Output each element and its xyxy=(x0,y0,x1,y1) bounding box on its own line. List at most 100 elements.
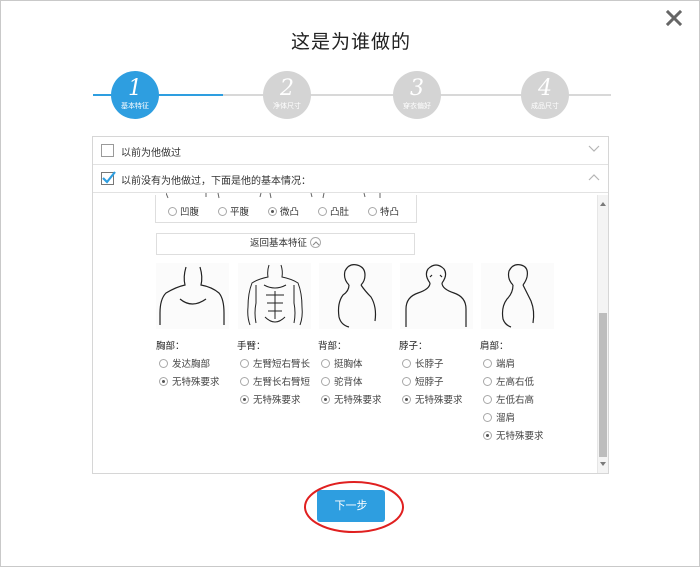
option-label: 短脖子 xyxy=(415,377,444,388)
scroll-down-arrow-icon[interactable] xyxy=(600,459,606,470)
radio-button[interactable] xyxy=(321,359,330,368)
belly-option-label: 平腹 xyxy=(230,207,250,218)
arm-option-none[interactable]: 无特殊要求 xyxy=(237,392,317,410)
radio-button[interactable] xyxy=(483,359,492,368)
radio-button-selected[interactable] xyxy=(321,395,330,404)
radio-button[interactable] xyxy=(240,377,249,386)
radio-button-selected[interactable] xyxy=(483,431,492,440)
step-label: 基本特征 xyxy=(121,102,149,110)
belly-option-label: 凹腹 xyxy=(180,207,200,218)
neck-option-short[interactable]: 短脖子 xyxy=(399,374,479,392)
belly-options-box: 凹腹 平腹 微凸 凸肚 特凸 xyxy=(155,193,417,223)
made-before-checkbox[interactable] xyxy=(101,144,114,157)
option-label: 左臂短右臂长 xyxy=(253,359,311,370)
option-not-made-before[interactable]: 以前没有为他做过，下面是他的基本情况： xyxy=(93,165,608,193)
radio-button[interactable] xyxy=(168,207,177,216)
back-option-hunched[interactable]: 驼背体 xyxy=(318,374,398,392)
not-made-before-checkbox[interactable] xyxy=(101,171,116,185)
option-label: 无特殊要求 xyxy=(415,395,463,406)
chevron-up-icon[interactable] xyxy=(588,173,600,184)
features-scroll-area: 凹腹 平腹 微凸 凸肚 特凸 返回基本特征 胸部： 发达胸部 无特殊要求 手臂：… xyxy=(93,193,608,473)
radio-button-selected[interactable] xyxy=(402,395,411,404)
radio-button-selected[interactable] xyxy=(159,377,168,386)
neck-option-long[interactable]: 长脖子 xyxy=(399,356,479,374)
belly-option-label: 特凸 xyxy=(380,207,400,218)
scroll-up-arrow-icon[interactable] xyxy=(600,198,606,209)
arm-option-left-short[interactable]: 左臂短右臂长 xyxy=(237,356,317,374)
step-number: 1 xyxy=(128,76,142,101)
vertical-scrollbar[interactable] xyxy=(597,195,608,473)
next-step-button[interactable]: 下一步 xyxy=(317,490,385,522)
chest-figure-image xyxy=(156,263,229,329)
belly-option-flat[interactable]: 平腹 xyxy=(218,204,249,218)
radio-button[interactable] xyxy=(402,377,411,386)
dialog-title: 这是为谁做的 xyxy=(290,31,411,53)
arm-heading: 手臂： xyxy=(237,341,266,352)
radio-button[interactable] xyxy=(321,377,330,386)
shoulder-figure-image xyxy=(481,263,554,329)
back-option-none[interactable]: 无特殊要求 xyxy=(318,392,398,410)
chest-option-developed[interactable]: 发达胸部 xyxy=(156,356,236,374)
shoulder-option-group: 肩部： 端肩 左高右低 左低右高 溜肩 无特殊要求 xyxy=(480,338,560,446)
back-option-erect[interactable]: 挺胸体 xyxy=(318,356,398,374)
shoulder-heading: 肩部： xyxy=(480,341,509,352)
dialog: 这是为谁做的 1 基本特征 2 净体尺寸 3 穿衣偏好 4 成品尺寸 以前为他做… xyxy=(0,0,700,567)
option-label: 长脖子 xyxy=(415,359,444,370)
checkmark-icon xyxy=(102,171,116,184)
not-made-before-label: 以前没有为他做过，下面是他的基本情况： xyxy=(121,176,311,187)
step-label: 穿衣偏好 xyxy=(403,102,431,110)
option-label: 左低右高 xyxy=(496,395,535,406)
option-label: 左臂长右臂短 xyxy=(253,377,311,388)
close-icon[interactable] xyxy=(665,9,683,27)
step-1[interactable]: 1 基本特征 xyxy=(111,71,159,119)
option-made-before[interactable]: 以前为他做过 xyxy=(93,137,608,165)
neck-option-none[interactable]: 无特殊要求 xyxy=(399,392,479,410)
belly-option-very-protruding[interactable]: 特凸 xyxy=(368,204,399,218)
step-number: 2 xyxy=(280,76,294,101)
option-label: 无特殊要求 xyxy=(253,395,301,406)
shoulder-option-none[interactable]: 无特殊要求 xyxy=(480,428,560,446)
option-label: 端肩 xyxy=(496,359,516,370)
step-4[interactable]: 4 成品尺寸 xyxy=(521,71,569,119)
neck-option-group: 脖子： 长脖子 短脖子 无特殊要求 xyxy=(399,338,479,410)
radio-button[interactable] xyxy=(218,207,227,216)
back-option-group: 背部： 挺胸体 驼背体 无特殊要求 xyxy=(318,338,398,410)
step-2[interactable]: 2 净体尺寸 xyxy=(263,71,311,119)
radio-button[interactable] xyxy=(318,207,327,216)
step-number: 4 xyxy=(538,76,552,101)
radio-button[interactable] xyxy=(483,395,492,404)
arm-option-left-long[interactable]: 左臂长右臂短 xyxy=(237,374,317,392)
radio-button-selected[interactable] xyxy=(240,395,249,404)
step-label: 成品尺寸 xyxy=(531,102,559,110)
shoulder-option-left-high[interactable]: 左高右低 xyxy=(480,374,560,392)
radio-button[interactable] xyxy=(483,413,492,422)
belly-option-slight[interactable]: 微凸 xyxy=(268,204,299,218)
arm-option-group: 手臂： 左臂短右臂长 左臂长右臂短 无特殊要求 xyxy=(237,338,317,410)
radio-button[interactable] xyxy=(483,377,492,386)
belly-option-concave[interactable]: 凹腹 xyxy=(168,204,199,218)
radio-button-selected[interactable] xyxy=(268,207,277,216)
option-label: 驼背体 xyxy=(334,377,363,388)
shoulder-option-sloping[interactable]: 溜肩 xyxy=(480,410,560,428)
option-label: 挺胸体 xyxy=(334,359,363,370)
step-number: 3 xyxy=(410,76,424,101)
neck-heading: 脖子： xyxy=(399,341,428,352)
neck-figure-image xyxy=(400,263,473,329)
option-label: 发达胸部 xyxy=(172,359,211,370)
shoulder-option-square[interactable]: 端肩 xyxy=(480,356,560,374)
radio-button[interactable] xyxy=(159,359,168,368)
radio-button[interactable] xyxy=(368,207,377,216)
belly-option-protruding[interactable]: 凸肚 xyxy=(318,204,349,218)
shoulder-option-left-low[interactable]: 左低右高 xyxy=(480,392,560,410)
radio-button[interactable] xyxy=(240,359,249,368)
back-to-basic-features-button[interactable]: 返回基本特征 xyxy=(156,233,415,255)
chest-option-none[interactable]: 无特殊要求 xyxy=(156,374,236,392)
step-label: 净体尺寸 xyxy=(273,102,301,110)
step-progress: 1 基本特征 2 净体尺寸 3 穿衣偏好 4 成品尺寸 xyxy=(91,71,611,121)
radio-button[interactable] xyxy=(402,359,411,368)
scrollbar-thumb[interactable] xyxy=(599,313,607,457)
chevron-down-icon[interactable] xyxy=(588,145,600,156)
option-label: 无特殊要求 xyxy=(172,377,220,388)
step-3[interactable]: 3 穿衣偏好 xyxy=(393,71,441,119)
belly-option-label: 微凸 xyxy=(280,207,300,218)
